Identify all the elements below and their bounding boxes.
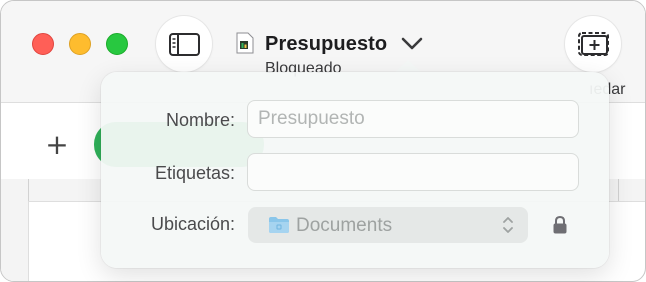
ruler-divider [28,179,29,201]
row-gutter [1,201,29,281]
name-label: Nombre: [165,110,235,130]
folder-icon [269,217,289,233]
sidebar-toggle-button[interactable] [156,16,212,72]
media-add-icon [578,32,609,56]
plus-icon[interactable]: + [44,131,70,159]
document-icon [236,32,254,54]
location-value: Documents [296,215,393,236]
up-down-chevron-icon [503,217,513,233]
media-button[interactable] [565,16,621,72]
tags-label: Etiquetas: [154,163,235,183]
name-field[interactable] [247,100,579,138]
ruler-divider [618,179,619,201]
document-title[interactable]: Presupuesto [265,33,387,56]
sidebar-icon [169,33,200,56]
location-label: Ubicación: [150,214,235,234]
minimize-window-button[interactable] [69,33,91,55]
lock-icon [553,215,567,234]
location-select[interactable]: Documents [248,207,528,243]
tags-field[interactable] [247,153,579,191]
chevron-down-icon[interactable] [401,37,423,51]
close-window-button[interactable] [32,33,54,55]
zoom-window-button[interactable] [106,33,128,55]
